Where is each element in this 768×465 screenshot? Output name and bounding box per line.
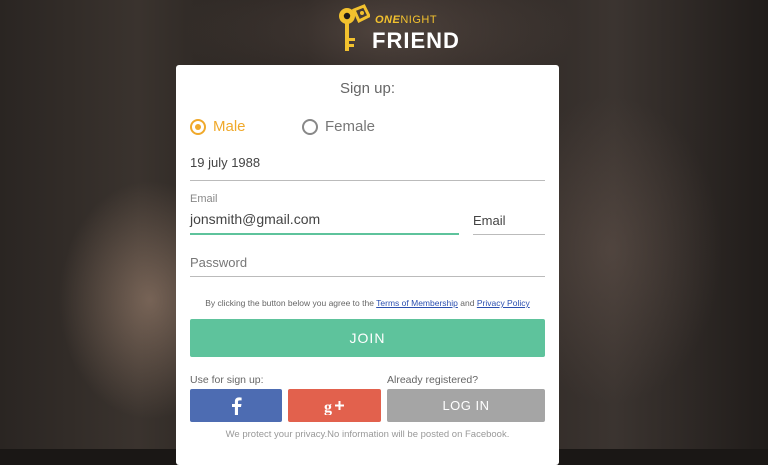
logo-one-text: ONE bbox=[375, 14, 401, 26]
logo[interactable]: ONENIGHT FRIEND bbox=[336, 4, 459, 56]
birthdate-value: 19 july 1988 bbox=[190, 155, 261, 170]
password-field[interactable]: Password bbox=[190, 255, 545, 277]
email-type-underline bbox=[473, 234, 545, 235]
signup-card: Sign up: Male Female 19 july 1988 Email … bbox=[176, 65, 559, 465]
form-title: Sign up: bbox=[339, 80, 396, 97]
email-underline bbox=[190, 233, 459, 235]
birthdate-underline bbox=[190, 180, 545, 181]
terms-prefix: By clicking the button below you agree t… bbox=[205, 298, 374, 308]
login-button[interactable]: LOG IN bbox=[387, 389, 545, 422]
radio-unselected-icon bbox=[302, 118, 318, 135]
already-registered-label: Already registered? bbox=[387, 374, 479, 386]
google-plus-icon: g bbox=[324, 399, 344, 415]
radio-selected-icon bbox=[190, 118, 206, 135]
use-for-signup-label: Use for sign up: bbox=[190, 374, 264, 386]
facebook-signup-button[interactable] bbox=[190, 389, 282, 422]
privacy-policy-link[interactable]: Privacy Policy bbox=[477, 298, 530, 308]
password-placeholder: Password bbox=[190, 255, 248, 270]
email-value: jonsmith@gmail.com bbox=[190, 211, 321, 227]
logo-night-text: NIGHT bbox=[400, 14, 438, 26]
gender-selector: Male Female bbox=[190, 118, 545, 138]
email-label: Email bbox=[190, 193, 218, 205]
privacy-note: We protect your privacy.No information w… bbox=[225, 429, 510, 440]
email-type-value: Email bbox=[473, 213, 506, 228]
google-plus-signup-button[interactable]: g bbox=[288, 389, 381, 422]
logo-top-text: ONENIGHT bbox=[375, 14, 437, 26]
gender-radio-male[interactable]: Male bbox=[190, 118, 246, 135]
terms-of-membership-link[interactable]: Terms of Membership bbox=[376, 298, 458, 308]
gender-radio-female[interactable]: Female bbox=[302, 118, 375, 135]
terms-and: and bbox=[460, 298, 475, 308]
email-type-select[interactable]: Email bbox=[473, 213, 545, 235]
gender-female-label: Female bbox=[325, 118, 376, 135]
join-button[interactable]: JOIN bbox=[190, 319, 545, 357]
terms-text: By clicking the button below you agree t… bbox=[176, 298, 559, 308]
svg-text:g: g bbox=[324, 399, 332, 415]
password-underline bbox=[190, 276, 545, 277]
facebook-icon bbox=[232, 396, 242, 415]
gender-male-label: Male bbox=[213, 118, 246, 135]
logo-friend-text: FRIEND bbox=[372, 28, 460, 53]
email-field[interactable]: jonsmith@gmail.com bbox=[190, 211, 459, 235]
key-icon bbox=[339, 4, 370, 51]
birthdate-field[interactable]: 19 july 1988 bbox=[190, 155, 545, 181]
